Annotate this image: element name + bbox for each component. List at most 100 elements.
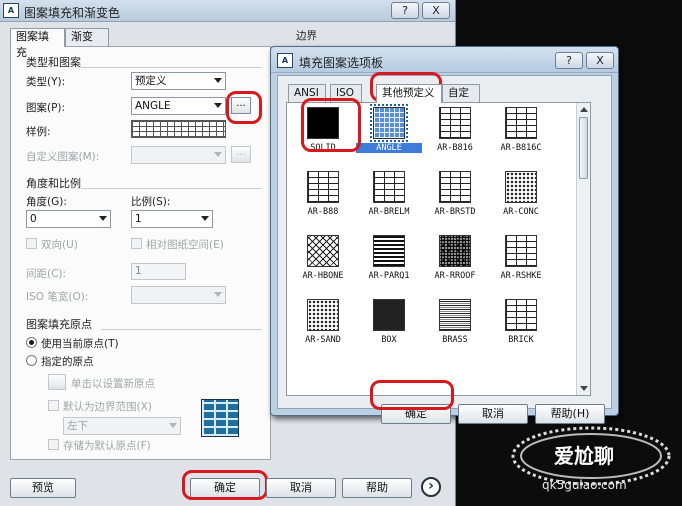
tab-custom[interactable]: 自定义 (442, 84, 480, 115)
sample-label: 样例: (26, 126, 51, 138)
pattern-cell-angle[interactable]: ANGLE (356, 104, 422, 165)
main-titlebar: A 图案填充和渐变色 ? X (0, 0, 455, 22)
pattern-cell-ar-rroof[interactable]: AR-RROOF (422, 233, 488, 293)
angle-select-value: 0 (30, 213, 37, 225)
relative-paperspace-checkbox[interactable] (131, 238, 142, 249)
boundary-position-select[interactable]: 左下 (63, 417, 181, 435)
use-current-origin-label: 使用当前原点(T) (41, 338, 119, 350)
iso-pen-width-label: ISO 笔宽(O): (26, 291, 89, 303)
pattern-name: AR-B816 (437, 143, 473, 153)
specified-origin-radio[interactable] (26, 355, 37, 366)
store-default-origin-label: 存储为默认原点(F) (63, 440, 151, 452)
pattern-thumbnail (373, 299, 405, 331)
palette-titlebar: A 填充图案选项板 ? X (271, 47, 618, 73)
pattern-name: AR-PARQ1 (368, 271, 410, 281)
pattern-name: AR-B88 (307, 207, 339, 217)
palette-close-button[interactable]: X (586, 52, 614, 69)
group-separator (101, 329, 262, 330)
spacing-label: 间距(C): (26, 268, 67, 280)
main-help-button[interactable]: ? (391, 2, 419, 19)
double-checkbox[interactable] (26, 238, 37, 249)
autocad-app-icon: A (3, 3, 19, 18)
watermark: 爱尬聊 qk5gulao.com (506, 418, 676, 498)
pattern-cell-brass[interactable]: BRASS (422, 297, 488, 357)
pattern-thumbnail (505, 171, 537, 203)
group-separator (81, 67, 262, 68)
type-select[interactable]: 预定义 (131, 72, 226, 90)
type-pattern-group-title: 类型和图案 (26, 56, 81, 69)
scroll-thumb[interactable] (579, 117, 588, 179)
specified-origin-label: 指定的原点 (41, 356, 94, 368)
cancel-button[interactable]: 取消 (266, 478, 336, 498)
autocad-app-icon: A (277, 53, 293, 68)
pattern-thumbnail (370, 104, 408, 142)
click-set-origin-label: 单击以设置新原点 (71, 378, 155, 390)
pattern-name: AR-RSHKE (500, 271, 542, 281)
pattern-sample-swatch[interactable] (131, 120, 226, 138)
chevron-down-icon (201, 216, 209, 221)
origin-group-title: 图案填充原点 (26, 318, 92, 331)
scale-select-value: 1 (135, 213, 142, 225)
store-default-origin-checkbox[interactable] (48, 439, 59, 450)
scroll-up-icon[interactable] (580, 107, 588, 112)
tab-gradient[interactable]: 渐变色 (65, 28, 109, 59)
use-current-origin-radio[interactable] (26, 337, 37, 348)
scale-select[interactable]: 1 (131, 210, 213, 228)
pattern-name: AR-CONC (503, 207, 539, 217)
pattern-cell-brick[interactable]: BRICK (488, 297, 554, 357)
custom-browse-button[interactable]: ... (231, 146, 251, 163)
pattern-cell-ar-b816c[interactable]: AR-B816C (488, 105, 554, 165)
tab-other-predefined[interactable]: 其他预定义 (376, 84, 442, 103)
chevron-down-icon (214, 152, 222, 157)
palette-title: 填充图案选项板 (299, 56, 384, 70)
pattern-cell-ar-b816[interactable]: AR-B816 (422, 105, 488, 165)
more-options-button[interactable]: › (421, 477, 441, 497)
help-button[interactable]: 帮助 (342, 478, 412, 498)
pattern-cell-ar-hbone[interactable]: AR-HBONE (290, 233, 356, 293)
chevron-down-icon (214, 103, 222, 108)
pattern-thumbnail (439, 171, 471, 203)
preview-button[interactable]: 预览 (10, 478, 76, 498)
type-label: 类型(Y): (26, 76, 66, 88)
main-close-button[interactable]: X (422, 2, 450, 19)
pattern-thumbnail (373, 171, 405, 203)
pattern-thumbnail (505, 107, 537, 139)
pattern-name: AR-RROOF (434, 271, 476, 281)
main-dialog-title: 图案填充和渐变色 (24, 6, 121, 20)
tab-hatch[interactable]: 图案填充 (10, 28, 65, 59)
angle-select[interactable]: 0 (26, 210, 111, 228)
iso-pen-width-select[interactable] (131, 286, 226, 304)
pattern-cell-ar-conc[interactable]: AR-CONC (488, 169, 554, 229)
pattern-thumbnail (373, 235, 405, 267)
palette-help-button[interactable]: ? (555, 52, 583, 69)
custom-pattern-select[interactable] (131, 146, 226, 164)
pattern-thumbnail (307, 171, 339, 203)
pattern-cell-ar-brstd[interactable]: AR-BRSTD (422, 169, 488, 229)
pattern-cell-box[interactable]: BOX (356, 297, 422, 357)
pattern-thumbnail (439, 235, 471, 267)
pattern-cell-ar-b88[interactable]: AR-B88 (290, 169, 356, 229)
spacing-input[interactable]: 1 (131, 263, 186, 280)
pattern-name: AR-B816C (500, 143, 542, 153)
pattern-name: AR-BRSTD (434, 207, 476, 217)
pick-point-icon[interactable] (48, 374, 66, 390)
pattern-select[interactable]: ANGLE (131, 97, 226, 115)
pattern-name: AR-SAND (305, 335, 341, 345)
browse-highlight-ring (226, 91, 262, 124)
boundary-position-value: 左下 (67, 420, 88, 432)
pattern-thumbnail (307, 299, 339, 331)
pattern-cell-ar-parq1[interactable]: AR-PARQ1 (356, 233, 422, 293)
ok-highlight-ring (182, 470, 268, 500)
pattern-cell-ar-brelm[interactable]: AR-BRELM (356, 169, 422, 229)
pattern-scrollbar[interactable] (576, 103, 590, 395)
palette-ok-highlight-ring (370, 380, 454, 410)
pattern-cell-ar-sand[interactable]: AR-SAND (290, 297, 356, 357)
pattern-name: BRASS (442, 335, 468, 345)
pattern-select-value: ANGLE (135, 100, 171, 112)
pattern-cell-ar-rshke[interactable]: AR-RSHKE (488, 233, 554, 293)
pattern-thumbnail (439, 299, 471, 331)
scroll-down-icon[interactable] (580, 386, 588, 391)
watermark-text: 爱尬聊 (554, 444, 614, 468)
default-boundary-checkbox[interactable] (48, 400, 59, 411)
pattern-name: AR-HBONE (302, 271, 344, 281)
